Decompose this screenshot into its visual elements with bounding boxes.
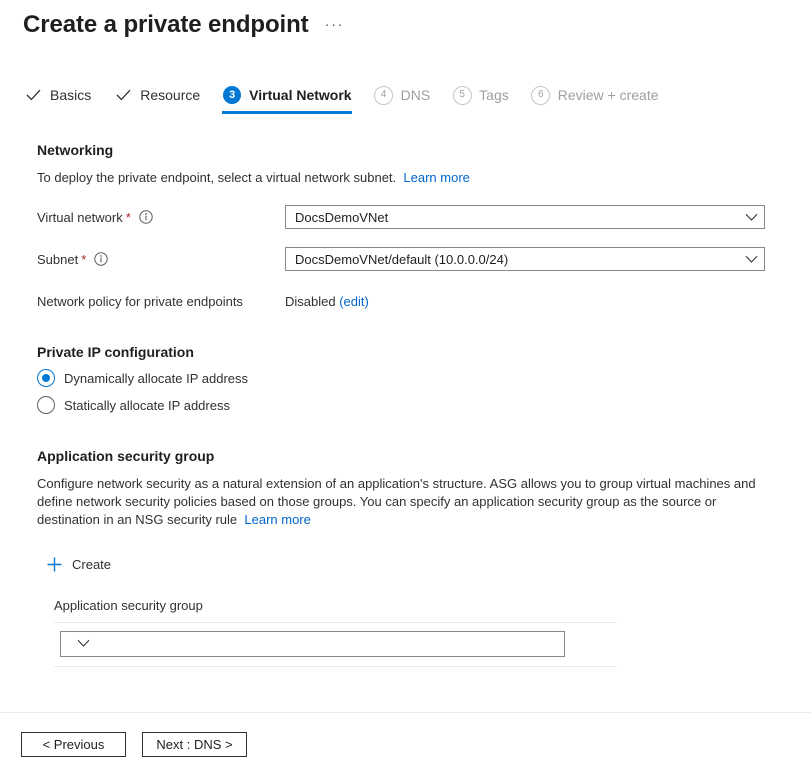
tab-virtual-network[interactable]: 3 Virtual Network <box>222 78 351 112</box>
asg-description: Configure network security as a natural … <box>37 475 771 529</box>
tab-resource[interactable]: Resource <box>113 78 200 112</box>
virtual-network-dropdown[interactable]: DocsDemoVNet <box>285 205 765 229</box>
tab-tags[interactable]: 5 Tags <box>452 78 509 112</box>
form-body: Networking To deploy the private endpoin… <box>0 142 811 667</box>
radio-statically-allocate[interactable]: Statically allocate IP address <box>37 396 811 414</box>
tab-dns[interactable]: 4 DNS <box>374 78 431 112</box>
virtual-network-label: Virtual network <box>37 210 123 225</box>
subnet-label-group: Subnet * <box>37 252 285 267</box>
page-title: Create a private endpoint <box>23 10 309 40</box>
chevron-down-icon <box>70 639 96 648</box>
wizard-tabs: Basics Resource 3 Virtual Network 4 DNS … <box>23 78 811 112</box>
tab-resource-label: Resource <box>140 87 200 103</box>
required-indicator: * <box>126 210 131 225</box>
step-number-circle: 6 <box>531 85 551 105</box>
private-ip-radio-group: Dynamically allocate IP address Statical… <box>37 369 811 414</box>
networking-description: To deploy the private endpoint, select a… <box>37 169 777 187</box>
step-number-5: 5 <box>453 86 472 105</box>
previous-button[interactable]: < Previous <box>21 732 126 757</box>
network-policy-row: Network policy for private endpoints Dis… <box>37 289 811 313</box>
subnet-dropdown[interactable]: DocsDemoVNet/default (10.0.0.0/24) <box>285 247 765 271</box>
network-policy-control: Disabled (edit) <box>285 294 811 309</box>
virtual-network-row: Virtual network * DocsDemoVNet <box>37 205 811 229</box>
create-asg-button[interactable]: Create <box>43 553 111 575</box>
radio-dynamically-allocate[interactable]: Dynamically allocate IP address <box>37 369 811 387</box>
check-icon <box>113 85 133 105</box>
create-asg-label: Create <box>72 557 111 572</box>
footer-bar: < Previous Next : DNS > <box>0 713 811 775</box>
plus-icon <box>43 553 65 575</box>
tab-basics-label: Basics <box>50 87 91 103</box>
subnet-control: DocsDemoVNet/default (10.0.0.0/24) <box>285 247 811 271</box>
network-policy-label-group: Network policy for private endpoints <box>37 294 285 309</box>
asg-description-text: Configure network security as a natural … <box>37 476 756 527</box>
tab-basics[interactable]: Basics <box>23 78 91 112</box>
step-number-6: 6 <box>531 86 550 105</box>
radio-button-unselected[interactable] <box>37 396 55 414</box>
required-indicator: * <box>81 252 86 267</box>
asg-column-header: Application security group <box>54 598 617 622</box>
asg-select-dropdown[interactable] <box>60 631 565 657</box>
tab-review-create-label: Review + create <box>558 87 659 103</box>
step-number-4: 4 <box>374 86 393 105</box>
tab-dns-label: DNS <box>401 87 431 103</box>
more-options-icon[interactable]: ··· <box>325 16 345 34</box>
subnet-row: Subnet * DocsDemoVNet/default (10.0.0.0/… <box>37 247 811 271</box>
chevron-down-icon <box>738 213 764 222</box>
info-icon[interactable] <box>94 252 108 266</box>
step-number-badge: 3 <box>222 85 242 105</box>
step-number-circle: 4 <box>374 85 394 105</box>
asg-table: Application security group <box>54 598 617 667</box>
virtual-network-control: DocsDemoVNet <box>285 205 811 229</box>
tab-virtual-network-label: Virtual Network <box>249 87 351 103</box>
asg-learn-more-link[interactable]: Learn more <box>244 512 310 527</box>
subnet-value: DocsDemoVNet/default (10.0.0.0/24) <box>295 252 738 267</box>
asg-section-title: Application security group <box>37 448 811 464</box>
virtual-network-label-group: Virtual network * <box>37 210 285 225</box>
page-header: Create a private endpoint ··· <box>0 0 811 40</box>
network-policy-value: Disabled <box>285 294 336 309</box>
chevron-down-icon <box>738 255 764 264</box>
table-divider-bottom <box>54 666 617 667</box>
private-ip-section-title: Private IP configuration <box>37 344 811 360</box>
tab-review-create[interactable]: 6 Review + create <box>531 78 659 112</box>
check-icon <box>23 85 43 105</box>
networking-description-text: To deploy the private endpoint, select a… <box>37 170 396 185</box>
networking-section-title: Networking <box>37 142 811 158</box>
networking-learn-more-link[interactable]: Learn more <box>403 170 469 185</box>
step-number-3: 3 <box>223 86 241 104</box>
subnet-label: Subnet <box>37 252 78 267</box>
radio-statically-allocate-label: Statically allocate IP address <box>64 398 230 413</box>
radio-dynamically-allocate-label: Dynamically allocate IP address <box>64 371 248 386</box>
radio-button-selected[interactable] <box>37 369 55 387</box>
info-icon[interactable] <box>139 210 153 224</box>
network-policy-edit-link[interactable]: (edit) <box>339 294 369 309</box>
tab-tags-label: Tags <box>479 87 509 103</box>
next-dns-button[interactable]: Next : DNS > <box>142 732 247 757</box>
network-policy-label: Network policy for private endpoints <box>37 294 243 309</box>
virtual-network-value: DocsDemoVNet <box>295 210 738 225</box>
table-row <box>54 623 617 666</box>
step-number-circle: 5 <box>452 85 472 105</box>
